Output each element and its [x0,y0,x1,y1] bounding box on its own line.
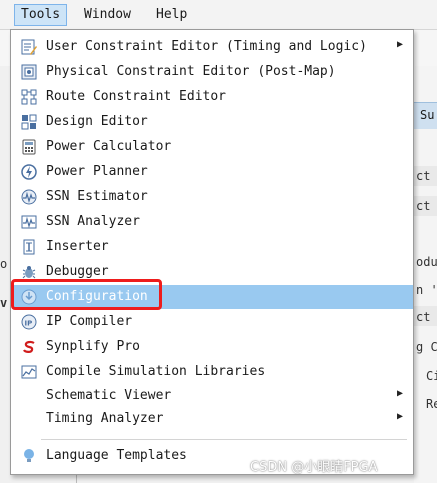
ssn-analyzer-icon [21,214,37,230]
right-tab-label: Su [420,108,435,122]
calculator-icon [21,139,37,155]
right-panel-fragment: ct [416,169,431,183]
menu-item-label: Language Templates [46,448,187,463]
ip-compiler-icon: IP [21,314,37,330]
menu-item-user-constraint-editor[interactable]: User Constraint Editor (Timing and Logic… [12,35,413,59]
physical-constraint-icon [21,64,37,80]
route-constraint-icon [21,89,37,105]
inserter-icon [21,239,37,255]
menu-item-label: Schematic Viewer [46,388,172,403]
menu-item-power-calculator[interactable]: Power Calculator [12,135,413,159]
menu-item-power-planner[interactable]: Power Planner [12,160,413,184]
menu-item-design-editor[interactable]: Design Editor [12,110,413,134]
submenu-arrow-icon: ▶ [397,411,404,422]
watermark: CSDN @小眼睛FPGA [250,460,378,475]
menu-item-label: Synplify Pro [46,339,140,354]
simulation-libraries-icon [21,364,37,380]
menu-item-label: Power Planner [46,164,148,179]
right-panel-fragment: Re [426,397,437,411]
menu-item-label: Debugger [46,264,109,279]
menu-item-schematic-viewer[interactable]: Schematic Viewer ▶ [12,384,413,408]
right-panel-fragment: ct [416,199,431,213]
menu-item-ssn-estimator[interactable]: SSN Estimator [12,185,413,209]
right-panel-fragment: ct [416,310,431,324]
constraint-editor-icon [21,39,37,55]
highlight-callout-box [11,279,162,310]
menu-tools[interactable]: Tools [14,4,68,26]
menu-item-label: SSN Analyzer [46,214,140,229]
menu-item-label: IP Compiler [46,314,133,329]
menu-item-label: Inserter [46,239,109,254]
menu-item-compile-simulation-libraries[interactable]: Compile Simulation Libraries [12,360,413,384]
menu-separator [41,439,407,440]
debugger-bug-icon [21,264,37,280]
right-panel-fragment: Ci [426,369,437,383]
synplify-logo-icon [21,339,37,355]
right-panel-fragment: g C [416,340,437,354]
right-panel-tab[interactable]: Su [414,102,437,129]
svg-text:IP: IP [25,320,33,328]
menu-item-label: Power Calculator [46,139,172,154]
menu-item-label: Compile Simulation Libraries [46,364,266,379]
submenu-arrow-icon: ▶ [397,39,404,50]
left-panel-fragment: o [0,257,8,271]
menu-item-ssn-analyzer[interactable]: SSN Analyzer [12,210,413,234]
menu-item-synplify-pro[interactable]: Synplify Pro [12,335,413,359]
ssn-estimator-icon [21,189,37,205]
menu-item-physical-constraint-editor[interactable]: Physical Constraint Editor (Post-Map) [12,60,413,84]
menu-item-ip-compiler[interactable]: IP IP Compiler [12,310,413,334]
menu-item-route-constraint-editor[interactable]: Route Constraint Editor [12,85,413,109]
menu-help[interactable]: Help [150,5,193,25]
menu-item-inserter[interactable]: Inserter [12,235,413,259]
lightbulb-icon [21,448,37,464]
menu-item-label: User Constraint Editor (Timing and Logic… [46,39,367,54]
menu-item-label: Design Editor [46,114,148,129]
tools-menu: User Constraint Editor (Timing and Logic… [10,29,414,475]
right-panel-fragment: odu [416,255,437,269]
menu-item-label: Physical Constraint Editor (Post-Map) [46,64,336,79]
menu-item-label: Route Constraint Editor [46,89,227,104]
menu-window[interactable]: Window [78,5,137,25]
menu-item-timing-analyzer[interactable]: Timing Analyzer ▶ [12,407,413,431]
menu-item-label: Timing Analyzer [46,411,164,426]
power-planner-icon [21,164,37,180]
submenu-arrow-icon: ▶ [397,388,404,399]
design-editor-icon [21,114,37,130]
left-panel-fragment: v [0,296,8,310]
right-panel-fragment: n ' [416,283,437,297]
menu-item-label: SSN Estimator [46,189,148,204]
menubar: Tools Window Help [0,0,437,30]
